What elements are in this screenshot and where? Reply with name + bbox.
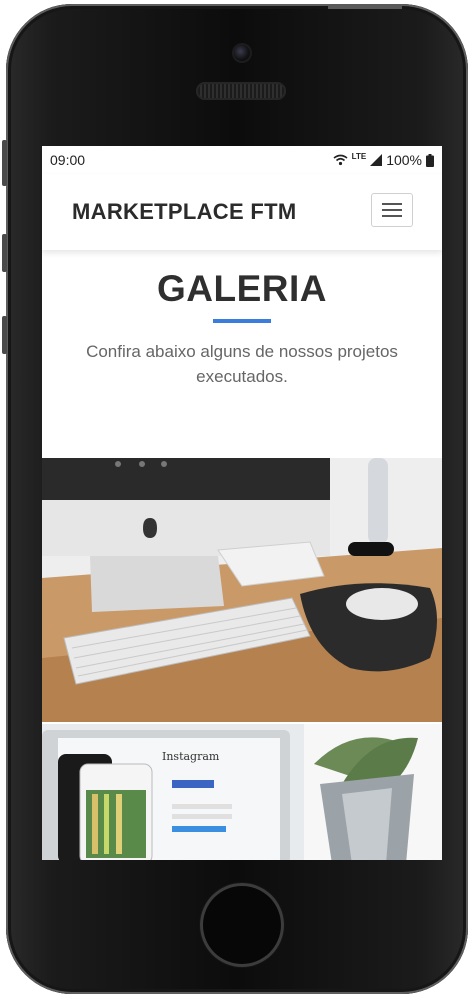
volume-down-button <box>2 316 7 354</box>
instagram-text: Instagram <box>162 750 220 763</box>
gallery-item[interactable] <box>42 458 442 722</box>
page-title: GALERIA <box>157 268 327 309</box>
volume-up-button <box>2 234 7 272</box>
screen: 09:00 LTE 100% MARKETPLACE FTM GALERIA C… <box>42 146 442 860</box>
menu-toggle-button[interactable] <box>371 193 413 227</box>
hamburger-line <box>382 209 402 211</box>
battery-percent: 100% <box>386 152 422 168</box>
hamburger-menu-icon <box>382 203 402 205</box>
status-time: 09:00 <box>50 152 86 168</box>
photo-laptop-phone-instagram: Instagram <box>42 724 442 860</box>
brand-logo[interactable]: MARKETPLACE FTM <box>72 199 296 225</box>
power-button <box>328 4 402 9</box>
battery-icon <box>426 153 434 167</box>
title-underline <box>213 319 271 323</box>
wifi-icon <box>333 154 348 166</box>
network-label: LTE <box>351 151 367 161</box>
section-subtitle: Confira abaixo alguns de nossos projetos… <box>86 342 398 386</box>
signal-icon <box>370 154 383 166</box>
earpiece-speaker <box>196 82 286 100</box>
gallery-item[interactable]: Instagram <box>42 724 442 860</box>
status-bar: 09:00 LTE 100% <box>42 146 442 174</box>
navbar: MARKETPLACE FTM <box>42 174 442 250</box>
mute-switch <box>2 140 7 186</box>
home-button[interactable] <box>200 883 284 967</box>
status-icons: LTE 100% <box>333 152 434 168</box>
hamburger-line <box>382 215 402 217</box>
front-camera <box>234 45 250 61</box>
photo-desk-imac-keyboard-mouse <box>42 458 442 722</box>
